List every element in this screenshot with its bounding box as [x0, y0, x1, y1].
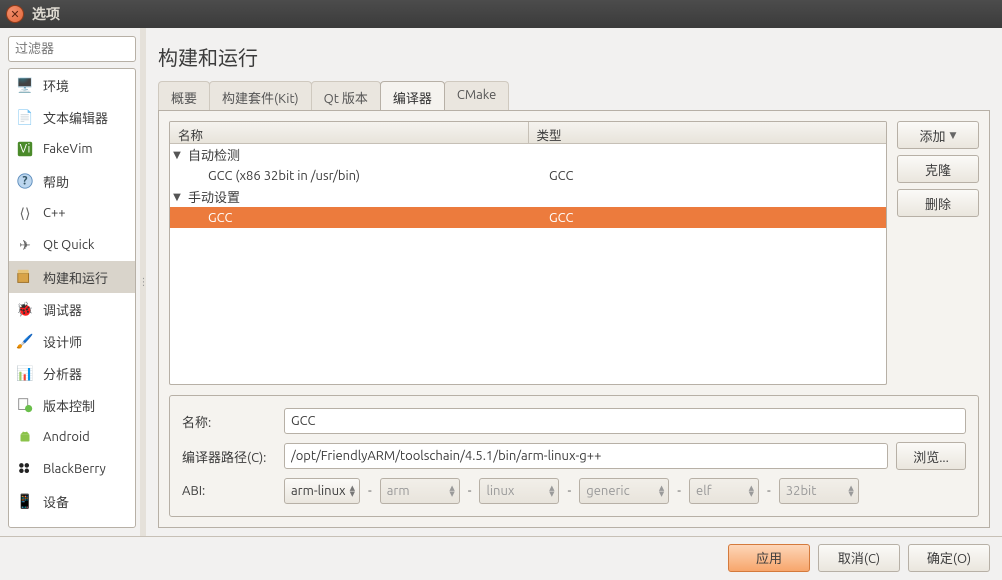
- sidebar-item-designer[interactable]: 🖌️设计师: [9, 325, 135, 357]
- tab-overview[interactable]: 概要: [158, 81, 210, 110]
- tree-header: 名称 类型: [170, 122, 886, 144]
- abi-combo[interactable]: arm-linux▲▼: [284, 478, 360, 504]
- help-icon: ?: [15, 171, 35, 191]
- sidebar-item-analyzer[interactable]: 📊分析器: [9, 357, 135, 389]
- build-icon: [15, 267, 35, 287]
- browse-button[interactable]: 浏览...: [896, 442, 966, 470]
- sidebar-item-buildrun[interactable]: 构建和运行: [9, 261, 135, 293]
- brush-icon: 🖌️: [15, 331, 35, 351]
- cpp-icon: ⟨⟩: [15, 203, 35, 223]
- dropdown-icon: ▼: [950, 130, 957, 141]
- abi-format: elf▲▼: [689, 478, 759, 504]
- expand-icon[interactable]: ▼: [170, 191, 184, 203]
- add-button[interactable]: 添加▼: [897, 121, 979, 149]
- sidebar: 🖥️环境 📄文本编辑器 ViFakeVim ?帮助 ⟨⟩C++ ✈Qt Quic…: [0, 28, 140, 536]
- sidebar-item-environment[interactable]: 🖥️环境: [9, 69, 135, 101]
- tab-bar: 概要 构建套件(Kit) Qt 版本 编译器 CMake: [158, 81, 990, 111]
- path-label: 编译器路径(C):: [182, 447, 276, 466]
- ok-button[interactable]: 确定(O): [908, 544, 990, 572]
- tree-row[interactable]: GCCGCC: [170, 207, 886, 228]
- sidebar-item-android[interactable]: Android: [9, 421, 135, 453]
- abi-flavor: generic▲▼: [579, 478, 669, 504]
- monitor-icon: 🖥️: [15, 75, 35, 95]
- page-title: 构建和运行: [158, 42, 990, 71]
- cancel-button[interactable]: 取消(C): [818, 544, 900, 572]
- sidebar-item-qtquick[interactable]: ✈Qt Quick: [9, 229, 135, 261]
- sidebar-item-blackberry[interactable]: BlackBerry: [9, 453, 135, 485]
- name-label: 名称:: [182, 412, 276, 431]
- compiler-tree[interactable]: 名称 类型 ▼自动检测 GCC (x86 32bit in /usr/bin)G…: [169, 121, 887, 385]
- filter-input[interactable]: [8, 36, 136, 62]
- path-input[interactable]: [284, 443, 888, 469]
- android-icon: [15, 427, 35, 447]
- close-icon[interactable]: ✕: [6, 5, 24, 23]
- clone-button[interactable]: 克隆: [897, 155, 979, 183]
- blackberry-icon: [15, 459, 35, 479]
- tab-compilers[interactable]: 编译器: [380, 81, 445, 110]
- main-panel: 构建和运行 概要 构建套件(Kit) Qt 版本 编译器 CMake 名称 类型…: [146, 28, 1002, 536]
- sidebar-item-help[interactable]: ?帮助: [9, 165, 135, 197]
- abi-os: linux▲▼: [479, 478, 559, 504]
- sidebar-item-devices[interactable]: 📱设备: [9, 485, 135, 517]
- svg-text:?: ?: [22, 175, 27, 188]
- apply-button[interactable]: 应用: [728, 544, 810, 572]
- analyzer-icon: 📊: [15, 363, 35, 383]
- detail-panel: 名称: 编译器路径(C): 浏览... ABI: arm-linux▲▼ - a…: [169, 395, 979, 517]
- tree-group-manual[interactable]: ▼手动设置: [170, 186, 886, 207]
- svg-text:Vi: Vi: [20, 143, 31, 156]
- sidebar-item-fakevim[interactable]: ViFakeVim: [9, 133, 135, 165]
- sidebar-item-debugger[interactable]: 🐞调试器: [9, 293, 135, 325]
- paperplane-icon: ✈: [15, 235, 35, 255]
- tab-kits[interactable]: 构建套件(Kit): [209, 81, 312, 110]
- abi-arch: arm▲▼: [380, 478, 460, 504]
- fakevim-icon: Vi: [15, 139, 35, 159]
- name-input[interactable]: [284, 408, 966, 434]
- window-title: 选项: [32, 4, 60, 24]
- delete-button[interactable]: 删除: [897, 189, 979, 217]
- tab-qtversion[interactable]: Qt 版本: [311, 81, 381, 110]
- abi-bits: 32bit▲▼: [779, 478, 859, 504]
- abi-label: ABI:: [182, 484, 276, 498]
- expand-icon[interactable]: ▼: [170, 149, 184, 161]
- tab-content: 名称 类型 ▼自动检测 GCC (x86 32bit in /usr/bin)G…: [158, 111, 990, 528]
- tree-group-auto[interactable]: ▼自动检测: [170, 144, 886, 165]
- col-type[interactable]: 类型: [529, 122, 887, 143]
- dialog-buttons: 应用 取消(C) 确定(O): [0, 536, 1002, 578]
- spinner-icon: ▲▼: [350, 485, 355, 497]
- sidebar-item-vcs[interactable]: 版本控制: [9, 389, 135, 421]
- category-list: 🖥️环境 📄文本编辑器 ViFakeVim ?帮助 ⟨⟩C++ ✈Qt Quic…: [8, 68, 136, 528]
- vcs-icon: [15, 395, 35, 415]
- sidebar-item-cpp[interactable]: ⟨⟩C++: [9, 197, 135, 229]
- titlebar: ✕ 选项: [0, 0, 1002, 28]
- col-name[interactable]: 名称: [170, 122, 529, 143]
- tree-row[interactable]: GCC (x86 32bit in /usr/bin)GCC: [170, 165, 886, 186]
- tab-cmake[interactable]: CMake: [444, 81, 509, 110]
- device-icon: 📱: [15, 491, 35, 511]
- document-icon: 📄: [15, 107, 35, 127]
- sidebar-item-texteditor[interactable]: 📄文本编辑器: [9, 101, 135, 133]
- bug-icon: 🐞: [15, 299, 35, 319]
